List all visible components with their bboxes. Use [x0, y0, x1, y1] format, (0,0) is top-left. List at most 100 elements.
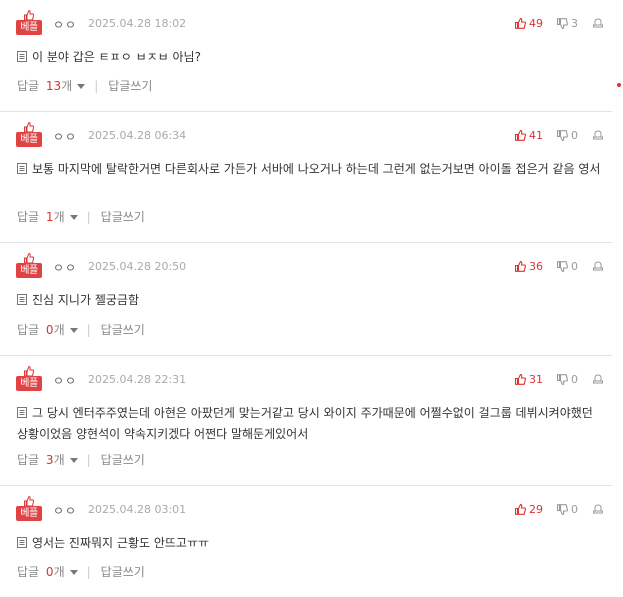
reply-toggle[interactable]: 답글 0개 — [17, 563, 65, 580]
thumbs-up-icon — [515, 260, 526, 272]
divider: | — [94, 78, 99, 93]
upvote-count: 41 — [529, 128, 543, 142]
comment-date: 2025.04.28 06:34 — [88, 129, 187, 142]
reply-count-unit: 개 — [53, 453, 65, 467]
comment-actions: 답글 13개 | 답글쓰기 — [17, 77, 152, 94]
write-reply-link[interactable]: 답글쓰기 — [108, 77, 152, 94]
chevron-down-icon[interactable] — [69, 569, 78, 575]
comment-item: 베플 ㅇㅇ 2025.04.28 03:01 29 0 영서는 진짜뭐지 근황도… — [0, 486, 612, 597]
reply-toggle[interactable]: 답글 3개 — [17, 451, 65, 468]
upvote-button[interactable]: 41 — [515, 129, 543, 142]
reply-toggle[interactable]: 답글 13개 — [17, 77, 72, 94]
reply-label: 답글 — [17, 565, 40, 579]
reply-toggle[interactable]: 답글 1개 — [17, 208, 65, 225]
write-reply-link[interactable]: 답글쓰기 — [101, 208, 145, 225]
comment-actions: 답글 3개 | 답글쓰기 — [17, 451, 145, 468]
chevron-down-icon[interactable] — [77, 83, 86, 89]
best-label: 베플 — [16, 506, 42, 521]
downvote-button[interactable]: 0 — [557, 503, 578, 516]
comment-text: 그 당시 엔터주주였는데 아현은 아팠던게 맞는거같고 당시 와이지 주가때문에… — [17, 403, 607, 445]
reply-toggle[interactable]: 답글 0개 — [17, 321, 65, 338]
upvote-button[interactable]: 36 — [515, 260, 543, 273]
write-reply-link[interactable]: 답글쓰기 — [101, 563, 145, 580]
memo-icon — [17, 537, 27, 548]
chevron-down-icon[interactable] — [69, 214, 78, 220]
thumbs-down-icon — [557, 373, 568, 385]
divider: | — [86, 452, 91, 467]
memo-icon — [17, 163, 27, 174]
reply-label: 답글 — [17, 210, 40, 224]
downvote-button[interactable]: 0 — [557, 373, 578, 386]
comment-item: 베플 ㅇㅇ 2025.04.28 20:50 36 0 진심 지니가 젤궁금함 … — [0, 243, 612, 356]
report-icon[interactable] — [592, 17, 604, 29]
comment-item: 베플 ㅇㅇ 2025.04.28 06:34 41 0 보통 마지막에 탈락한거… — [0, 112, 612, 243]
comment-actions: 답글 0개 | 답글쓰기 — [17, 563, 145, 580]
comment-item: 베플 ㅇㅇ 2025.04.28 18:02 49 3 이 분야 갑은 ㅌㅍㅇ … — [0, 0, 612, 112]
reply-count: 3 — [45, 453, 54, 467]
downvote-count: 0 — [571, 128, 578, 142]
thumbs-down-icon — [557, 129, 568, 141]
red-dot-marker — [617, 83, 621, 87]
comment-date: 2025.04.28 18:02 — [88, 17, 187, 30]
comment-body: 이 분야 갑은 ㅌㅍㅇ ㅂㅈㅂ 아님? — [32, 50, 201, 64]
comment-author[interactable]: ㅇㅇ — [53, 259, 77, 276]
comment-body: 보통 마지막에 탈락한거면 다른회사로 가든가 서바에 나오거나 하는데 그런게… — [32, 162, 601, 176]
best-comment-badge: 베플 — [16, 253, 42, 278]
chevron-down-icon[interactable] — [69, 327, 78, 333]
thumbs-up-icon — [515, 373, 526, 385]
reply-count: 0 — [45, 565, 54, 579]
best-label: 베플 — [16, 20, 42, 35]
chevron-down-icon[interactable] — [69, 457, 78, 463]
best-comment-badge: 베플 — [16, 496, 42, 521]
reply-count: 13 — [45, 79, 62, 93]
reply-count-unit: 개 — [53, 323, 65, 337]
report-icon[interactable] — [592, 373, 604, 385]
comment-body: 진심 지니가 젤궁금함 — [32, 293, 139, 307]
comment-item: 베플 ㅇㅇ 2025.04.28 22:31 31 0 그 당시 엔터주주였는데… — [0, 356, 612, 486]
comment-list: 베플 ㅇㅇ 2025.04.28 18:02 49 3 이 분야 갑은 ㅌㅍㅇ … — [0, 0, 612, 597]
report-icon[interactable] — [592, 503, 604, 515]
reply-count-unit: 개 — [53, 210, 65, 224]
report-icon[interactable] — [592, 129, 604, 141]
comment-actions: 답글 1개 | 답글쓰기 — [17, 208, 145, 225]
best-label: 베플 — [16, 263, 42, 278]
upvote-button[interactable]: 49 — [515, 17, 543, 30]
vote-group: 36 0 — [515, 258, 604, 274]
comment-author[interactable]: ㅇㅇ — [53, 128, 77, 145]
comment-text: 이 분야 갑은 ㅌㅍㅇ ㅂㅈㅂ 아님? — [17, 47, 607, 68]
comment-text: 영서는 진짜뭐지 근황도 안뜨고ㅠㅠ — [17, 533, 607, 554]
best-comment-badge: 베플 — [16, 10, 42, 35]
comment-actions: 답글 0개 | 답글쓰기 — [17, 321, 145, 338]
upvote-count: 49 — [529, 16, 543, 30]
upvote-button[interactable]: 29 — [515, 503, 543, 516]
report-icon[interactable] — [592, 260, 604, 272]
write-reply-link[interactable]: 답글쓰기 — [101, 451, 145, 468]
best-comment-badge: 베플 — [16, 366, 42, 391]
write-reply-link[interactable]: 답글쓰기 — [101, 321, 145, 338]
upvote-button[interactable]: 31 — [515, 373, 543, 386]
downvote-count: 0 — [571, 502, 578, 516]
comment-author[interactable]: ㅇㅇ — [53, 502, 77, 519]
upvote-count: 36 — [529, 259, 543, 273]
vote-group: 31 0 — [515, 371, 604, 387]
downvote-button[interactable]: 0 — [557, 129, 578, 142]
vote-group: 49 3 — [515, 15, 604, 31]
reply-label: 답글 — [17, 79, 40, 93]
divider: | — [86, 209, 91, 224]
reply-label: 답글 — [17, 323, 40, 337]
upvote-count: 31 — [529, 372, 543, 386]
downvote-button[interactable]: 0 — [557, 260, 578, 273]
thumbs-down-icon — [557, 260, 568, 272]
comment-author[interactable]: ㅇㅇ — [53, 372, 77, 389]
reply-count: 0 — [45, 323, 54, 337]
comment-date: 2025.04.28 03:01 — [88, 503, 187, 516]
upvote-count: 29 — [529, 502, 543, 516]
comment-date: 2025.04.28 22:31 — [88, 373, 187, 386]
thumbs-up-icon — [515, 129, 526, 141]
downvote-button[interactable]: 3 — [557, 17, 578, 30]
reply-count: 1 — [45, 210, 54, 224]
divider: | — [86, 322, 91, 337]
comment-author[interactable]: ㅇㅇ — [53, 16, 77, 33]
comment-body: 그 당시 엔터주주였는데 아현은 아팠던게 맞는거같고 당시 와이지 주가때문에… — [17, 406, 593, 441]
vote-group: 41 0 — [515, 127, 604, 143]
